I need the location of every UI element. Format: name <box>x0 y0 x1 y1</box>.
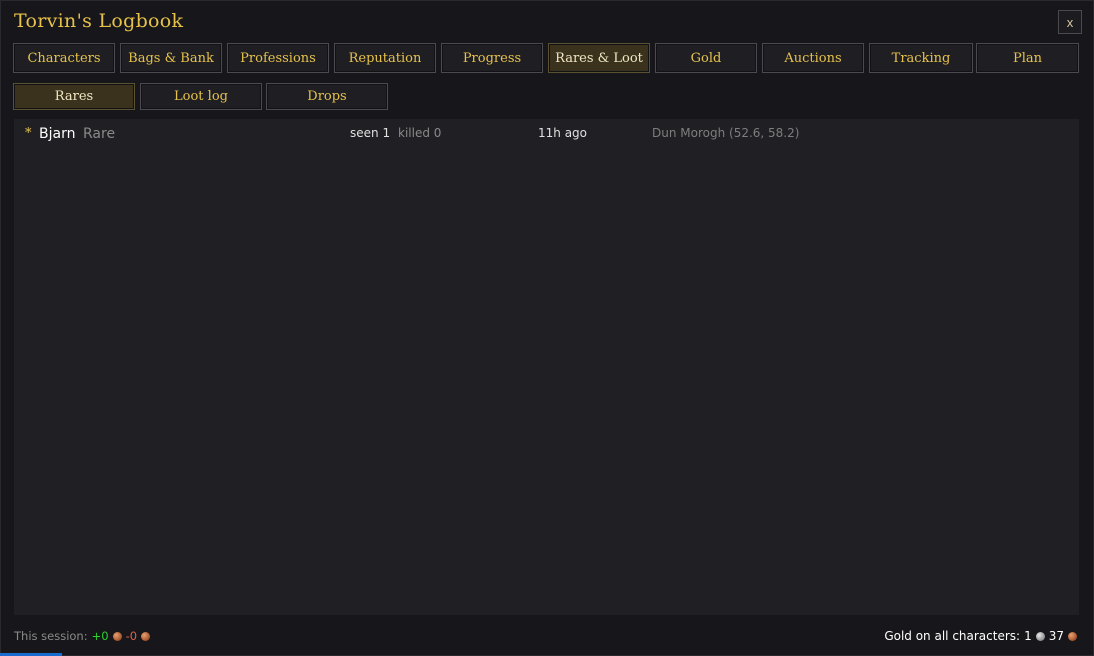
list-item[interactable]: * Bjarn Rare seen 1 killed 0 11h ago Dun… <box>14 119 1079 149</box>
subtab-drops[interactable]: Drops <box>266 83 388 110</box>
rare-type: Rare <box>83 126 116 142</box>
tab-professions[interactable]: Professions <box>227 43 329 73</box>
tab-reputation[interactable]: Reputation <box>334 43 436 73</box>
rare-location: Dun Morogh (52.6, 58.2) <box>652 126 800 140</box>
killed-count: killed 0 <box>398 126 442 140</box>
session-loss: -0 <box>125 629 138 643</box>
tab-bags-bank[interactable]: Bags & Bank <box>120 43 222 73</box>
session-gain: +0 <box>91 629 109 643</box>
session-summary: This session: +0 -0 <box>14 629 151 643</box>
logbook-window: Torvin's Logbook x Characters Bags & Ban… <box>0 0 1094 656</box>
gold-label: Gold on all characters: <box>884 629 1021 643</box>
seen-count: seen 1 <box>350 126 391 140</box>
rares-list: * Bjarn Rare seen 1 killed 0 11h ago Dun… <box>14 119 1079 615</box>
copper-coin-icon <box>1068 631 1077 641</box>
close-button[interactable]: x <box>1058 10 1082 34</box>
copper-coin-icon <box>112 631 122 641</box>
tab-tracking[interactable]: Tracking <box>869 43 973 73</box>
subtab-loot-log[interactable]: Loot log <box>140 83 262 110</box>
tab-auctions[interactable]: Auctions <box>762 43 864 73</box>
gold-silver-amount: 1 <box>1024 629 1032 643</box>
tab-gold[interactable]: Gold <box>655 43 757 73</box>
window-title: Torvin's Logbook <box>14 10 184 32</box>
rare-name: Bjarn <box>39 126 76 142</box>
tab-plan[interactable]: Plan <box>976 43 1079 73</box>
gold-copper-amount: 37 <box>1048 629 1064 643</box>
gold-total: Gold on all characters: 1 37 <box>884 629 1077 643</box>
tab-characters[interactable]: Characters <box>13 43 115 73</box>
subtab-rares[interactable]: Rares <box>13 83 135 110</box>
copper-coin-icon <box>141 631 151 641</box>
last-seen-time: 11h ago <box>538 126 588 140</box>
session-label: This session: <box>14 629 88 643</box>
tab-rares-loot[interactable]: Rares & Loot <box>548 43 650 73</box>
silver-coin-icon <box>1035 631 1045 641</box>
tab-progress[interactable]: Progress <box>441 43 543 73</box>
favorite-star: * <box>25 126 32 141</box>
